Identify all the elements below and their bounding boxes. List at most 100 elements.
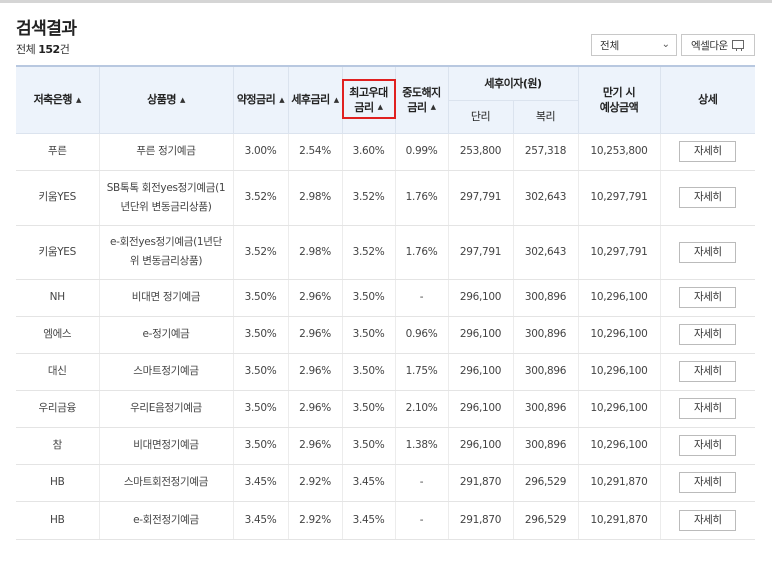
- cell-maturity: 10,296,100: [578, 279, 661, 317]
- sort-asc-icon[interactable]: ▲: [431, 100, 436, 115]
- cell-detail: 자세히: [660, 427, 755, 465]
- cell-product: 스마트회전정기예금: [99, 464, 234, 502]
- cell-detail: 자세히: [660, 225, 755, 280]
- sort-asc-icon[interactable]: ▲: [378, 100, 383, 115]
- detail-button[interactable]: 자세히: [679, 398, 737, 419]
- cell-detail: 자세히: [660, 316, 755, 354]
- excel-download-button[interactable]: 엑셀다운: [681, 34, 755, 56]
- sort-asc-icon[interactable]: ▲: [279, 93, 284, 108]
- cell-after-tax: 2.96%: [288, 279, 343, 317]
- table-row: HB 스마트회전정기예금 3.45% 2.92% 3.45% -291,870 296,52…: [16, 464, 755, 502]
- col-header-bank[interactable]: 저축은행 ▲: [16, 65, 100, 134]
- count-value: 152: [38, 43, 60, 56]
- chevron-down-icon: ⌄: [661, 39, 670, 50]
- cell-early: 1.75%: [395, 353, 449, 391]
- cell-bank: HB: [16, 501, 100, 540]
- table-row: 참 비대면정기예금 3.50% 2.96% 3.50% 1.38% 296,100 300,8…: [16, 427, 755, 465]
- detail-button[interactable]: 자세히: [679, 509, 737, 531]
- cell-detail: 자세히: [660, 279, 755, 317]
- page-title: 검색결과: [16, 19, 77, 39]
- cell-base: 3.52%: [233, 225, 289, 280]
- cell-bank: 키움YES: [16, 170, 100, 226]
- detail-button[interactable]: 자세히: [679, 361, 737, 382]
- cell-compound: 300,896: [513, 279, 579, 317]
- cell-bank: 우리금융: [16, 390, 100, 428]
- top-divider: [0, 0, 772, 3]
- cell-base: 3.52%: [233, 170, 289, 226]
- cell-after-tax: 2.98%: [288, 225, 343, 280]
- cell-max: 3.50%: [342, 316, 396, 354]
- cell-simple: 297,791: [448, 225, 514, 280]
- cell-compound: 296,529: [513, 464, 579, 502]
- sort-asc-icon[interactable]: ▲: [76, 93, 81, 108]
- detail-button[interactable]: 자세히: [679, 187, 737, 208]
- cell-base: 3.50%: [233, 279, 289, 317]
- results-table: 저축은행 ▲ 상품명 ▲ 약정금리 ▲ 세후금리 ▲ 최고우대 금리 ▲ 중도해지 금리 ▲ 세…: [16, 65, 755, 540]
- detail-button[interactable]: 자세히: [679, 141, 737, 162]
- cell-max: 3.52%: [342, 225, 396, 280]
- cell-simple: 253,800: [448, 133, 514, 171]
- cell-detail: 자세히: [660, 501, 755, 540]
- cell-compound: 300,896: [513, 390, 579, 428]
- sort-asc-icon[interactable]: ▲: [180, 93, 185, 108]
- cell-max: 3.50%: [342, 427, 396, 465]
- detail-button[interactable]: 자세히: [679, 435, 737, 456]
- cell-max: 3.60%: [342, 133, 396, 171]
- filter-selected-value: 전체: [600, 40, 620, 52]
- cell-early: -: [395, 501, 449, 540]
- table-row: 푸른 푸른 정기예금 3.00% 2.54% 3.60% 0.99% 253,800 257,…: [16, 133, 755, 171]
- cell-max: 3.45%: [342, 501, 396, 540]
- cell-early: -: [395, 279, 449, 317]
- cell-bank: 참: [16, 427, 100, 465]
- sort-asc-icon[interactable]: ▲: [334, 93, 339, 108]
- cell-compound: 300,896: [513, 316, 579, 354]
- cell-simple: 296,100: [448, 279, 514, 317]
- cell-maturity: 10,291,870: [578, 501, 661, 540]
- col-header-base-rate[interactable]: 약정금리 ▲: [232, 65, 289, 134]
- col-header-early-rate[interactable]: 중도해지 금리 ▲: [394, 65, 449, 134]
- detail-button[interactable]: 자세히: [679, 324, 737, 345]
- filter-select[interactable]: 전체 ⌄: [591, 34, 677, 56]
- col-header-after-tax-rate[interactable]: 세후금리 ▲: [287, 65, 343, 134]
- count-prefix: 전체: [16, 43, 36, 56]
- cell-bank: HB: [16, 464, 100, 502]
- cell-maturity: 10,296,100: [578, 353, 661, 391]
- detail-button[interactable]: 자세히: [679, 241, 737, 263]
- cell-simple: 297,791: [448, 170, 514, 226]
- cell-bank: 엠에스: [16, 316, 100, 354]
- cell-base: 3.45%: [233, 464, 289, 502]
- cell-detail: 자세히: [660, 133, 755, 171]
- cell-after-tax: 2.96%: [288, 427, 343, 465]
- cell-compound: 300,896: [513, 427, 579, 465]
- detail-button[interactable]: 자세히: [679, 287, 737, 308]
- cell-bank: 키움YES: [16, 225, 100, 280]
- cell-max: 3.50%: [342, 390, 396, 428]
- cell-compound: 302,643: [513, 225, 579, 280]
- col-header-max-rate[interactable]: 최고우대 금리 ▲: [341, 65, 396, 134]
- cell-detail: 자세히: [660, 170, 755, 226]
- col-header-maturity: 만기 시 예상금액: [577, 65, 661, 134]
- col-header-product[interactable]: 상품명 ▲: [98, 65, 234, 134]
- cell-maturity: 10,297,791: [578, 225, 661, 280]
- cell-product: 우리E음정기예금: [99, 390, 234, 428]
- cell-max: 3.50%: [342, 279, 396, 317]
- cell-product: 푸른 정기예금: [99, 133, 234, 171]
- cell-maturity: 10,296,100: [578, 390, 661, 428]
- col-header-compound: 복리: [512, 99, 578, 134]
- cell-compound: 257,318: [513, 133, 579, 171]
- cell-bank: 푸른: [16, 133, 100, 171]
- cell-simple: 296,100: [448, 390, 514, 428]
- detail-button[interactable]: 자세히: [679, 472, 737, 493]
- table-row: 엠에스 e-정기예금 3.50% 2.96% 3.50% 0.96% 296,100 300,…: [16, 316, 755, 354]
- table-row: 우리금융 우리E음정기예금 3.50% 2.96% 3.50% 2.10% 296,100 3…: [16, 390, 755, 428]
- excel-download-label: 엑셀다운: [691, 40, 728, 52]
- cell-early: -: [395, 464, 449, 502]
- cell-base: 3.00%: [233, 133, 289, 171]
- cell-maturity: 10,296,100: [578, 427, 661, 465]
- cell-simple: 296,100: [448, 353, 514, 391]
- cell-compound: 300,896: [513, 353, 579, 391]
- cell-after-tax: 2.54%: [288, 133, 343, 171]
- cell-after-tax: 2.96%: [288, 316, 343, 354]
- cell-early: 2.10%: [395, 390, 449, 428]
- cell-base: 3.50%: [233, 390, 289, 428]
